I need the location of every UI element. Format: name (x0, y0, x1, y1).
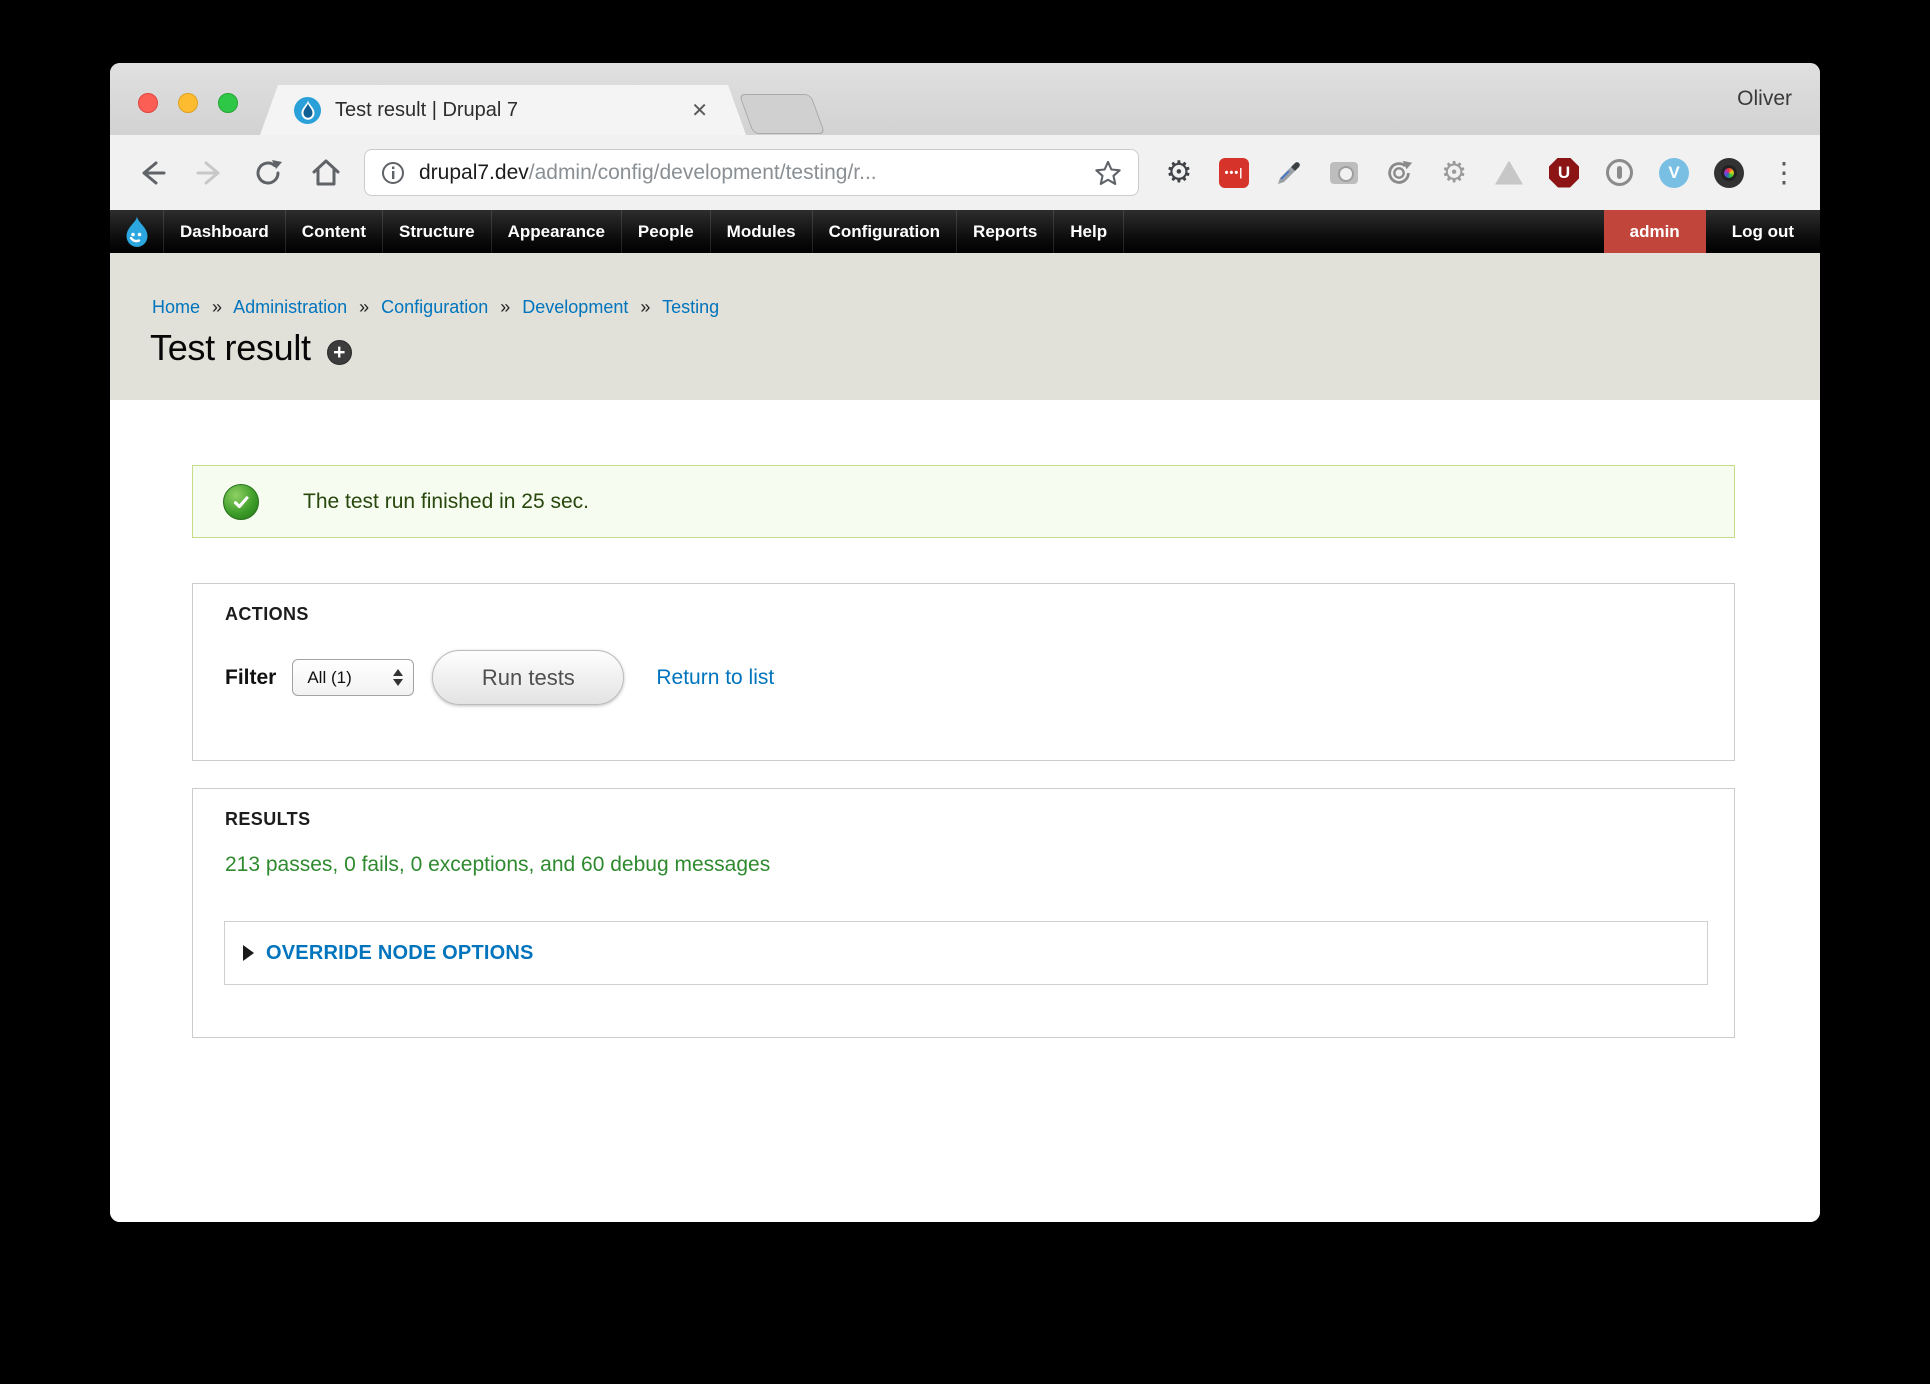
password-manager-icon[interactable] (1603, 157, 1635, 189)
drupal-favicon-icon (294, 97, 321, 124)
ublock-icon[interactable]: U (1548, 157, 1580, 189)
browser-toolbar: drupal7.dev/admin/config/development/tes… (110, 135, 1820, 210)
run-tests-button[interactable]: Run tests (432, 650, 624, 705)
breadcrumb-development[interactable]: Development (522, 297, 628, 317)
eyedropper-icon[interactable] (1273, 157, 1305, 189)
new-tab-button[interactable] (739, 94, 826, 134)
toolbar-item-structure[interactable]: Structure (383, 210, 492, 253)
toolbar-user-admin[interactable]: admin (1604, 210, 1706, 253)
toolbar-logout[interactable]: Log out (1706, 210, 1820, 253)
drupal-admin-toolbar: Dashboard Content Structure Appearance P… (110, 210, 1820, 253)
return-to-list-link[interactable]: Return to list (656, 666, 774, 690)
page-header: Home » Administration » Configuration » … (110, 253, 1820, 400)
url-host: drupal7.dev (419, 161, 529, 184)
toolbar-item-configuration[interactable]: Configuration (813, 210, 957, 253)
settings-gear-icon[interactable]: ⚙ (1163, 157, 1195, 189)
results-legend: RESULTS (225, 809, 310, 830)
extension-gear-icon[interactable]: ⚙ (1438, 157, 1470, 189)
filter-label: Filter (225, 666, 276, 690)
browser-window: Test result | Drupal 7 ✕ Oliver drupal7.… (110, 63, 1820, 1222)
reload-icon[interactable] (252, 157, 284, 189)
results-fieldset: RESULTS 213 passes, 0 fails, 0 exception… (192, 788, 1735, 1038)
page-info-icon[interactable] (381, 161, 405, 185)
close-window-button[interactable] (138, 93, 158, 113)
toolbar-item-content[interactable]: Content (286, 210, 383, 253)
lastpass-icon[interactable]: •••| (1218, 157, 1250, 189)
window-resizer-icon[interactable] (1383, 157, 1415, 189)
camera-lens-icon[interactable] (1713, 157, 1745, 189)
filter-selected-value: All (1) (307, 668, 393, 688)
select-arrows-icon (393, 669, 403, 686)
breadcrumb-separator: » (359, 297, 369, 317)
bookmark-star-icon[interactable] (1094, 159, 1122, 187)
override-node-options-label[interactable]: OVERRIDE NODE OPTIONS (266, 942, 534, 965)
browser-profile-name[interactable]: Oliver (1737, 87, 1792, 111)
actions-fieldset: ACTIONS Filter All (1) Run tests Return … (192, 583, 1735, 761)
url-path: /admin/config/development/testing/r... (529, 161, 877, 184)
breadcrumb-administration[interactable]: Administration (233, 297, 347, 317)
breadcrumb-home[interactable]: Home (152, 297, 200, 317)
breadcrumb-separator: » (640, 297, 650, 317)
home-icon[interactable] (310, 157, 342, 189)
toolbar-item-modules[interactable]: Modules (711, 210, 813, 253)
status-message: The test run finished in 25 sec. (192, 465, 1735, 538)
close-tab-icon[interactable]: ✕ (691, 98, 708, 122)
toolbar-item-dashboard[interactable]: Dashboard (164, 210, 286, 253)
breadcrumb-separator: » (212, 297, 222, 317)
toolbar-item-help[interactable]: Help (1054, 210, 1124, 253)
breadcrumb-testing[interactable]: Testing (662, 297, 719, 317)
tab-bar: Test result | Drupal 7 ✕ Oliver (110, 63, 1820, 135)
zoom-window-button[interactable] (218, 93, 238, 113)
page-title: Test result (150, 327, 311, 369)
page-content: The test run finished in 25 sec. ACTIONS… (110, 400, 1820, 1222)
minimize-window-button[interactable] (178, 93, 198, 113)
actions-legend: ACTIONS (225, 604, 309, 625)
extensions-area: ⚙ •••| ⚙ U V ⋮ (1139, 157, 1820, 189)
back-icon[interactable] (136, 157, 168, 189)
url-text: drupal7.dev/admin/config/development/tes… (419, 161, 877, 185)
toolbar-item-people[interactable]: People (622, 210, 711, 253)
toolbar-item-reports[interactable]: Reports (957, 210, 1054, 253)
breadcrumb-configuration[interactable]: Configuration (381, 297, 488, 317)
browser-menu-icon[interactable]: ⋮ (1768, 157, 1800, 189)
address-bar[interactable]: drupal7.dev/admin/config/development/tes… (364, 149, 1139, 196)
status-check-icon (223, 484, 259, 520)
override-node-options-fieldset[interactable]: OVERRIDE NODE OPTIONS (224, 921, 1708, 985)
drupal-logo-icon[interactable] (110, 210, 164, 253)
browser-tab[interactable]: Test result | Drupal 7 ✕ (260, 85, 746, 135)
status-text: The test run finished in 25 sec. (303, 490, 589, 514)
v-extension-icon[interactable]: V (1658, 157, 1690, 189)
forward-icon[interactable] (194, 157, 226, 189)
tab-title: Test result | Drupal 7 (335, 99, 691, 122)
google-drive-icon[interactable] (1493, 157, 1525, 189)
results-summary: 213 passes, 0 fails, 0 exceptions, and 6… (225, 853, 770, 877)
breadcrumb-separator: » (500, 297, 510, 317)
collapsed-arrow-icon (243, 945, 254, 961)
screenshot-camera-icon[interactable] (1328, 157, 1360, 189)
filter-select[interactable]: All (1) (292, 659, 414, 696)
toolbar-spacer (1124, 210, 1604, 253)
add-shortcut-icon[interactable]: + (327, 340, 352, 365)
breadcrumb: Home » Administration » Configuration » … (152, 297, 719, 318)
toolbar-item-appearance[interactable]: Appearance (492, 210, 622, 253)
